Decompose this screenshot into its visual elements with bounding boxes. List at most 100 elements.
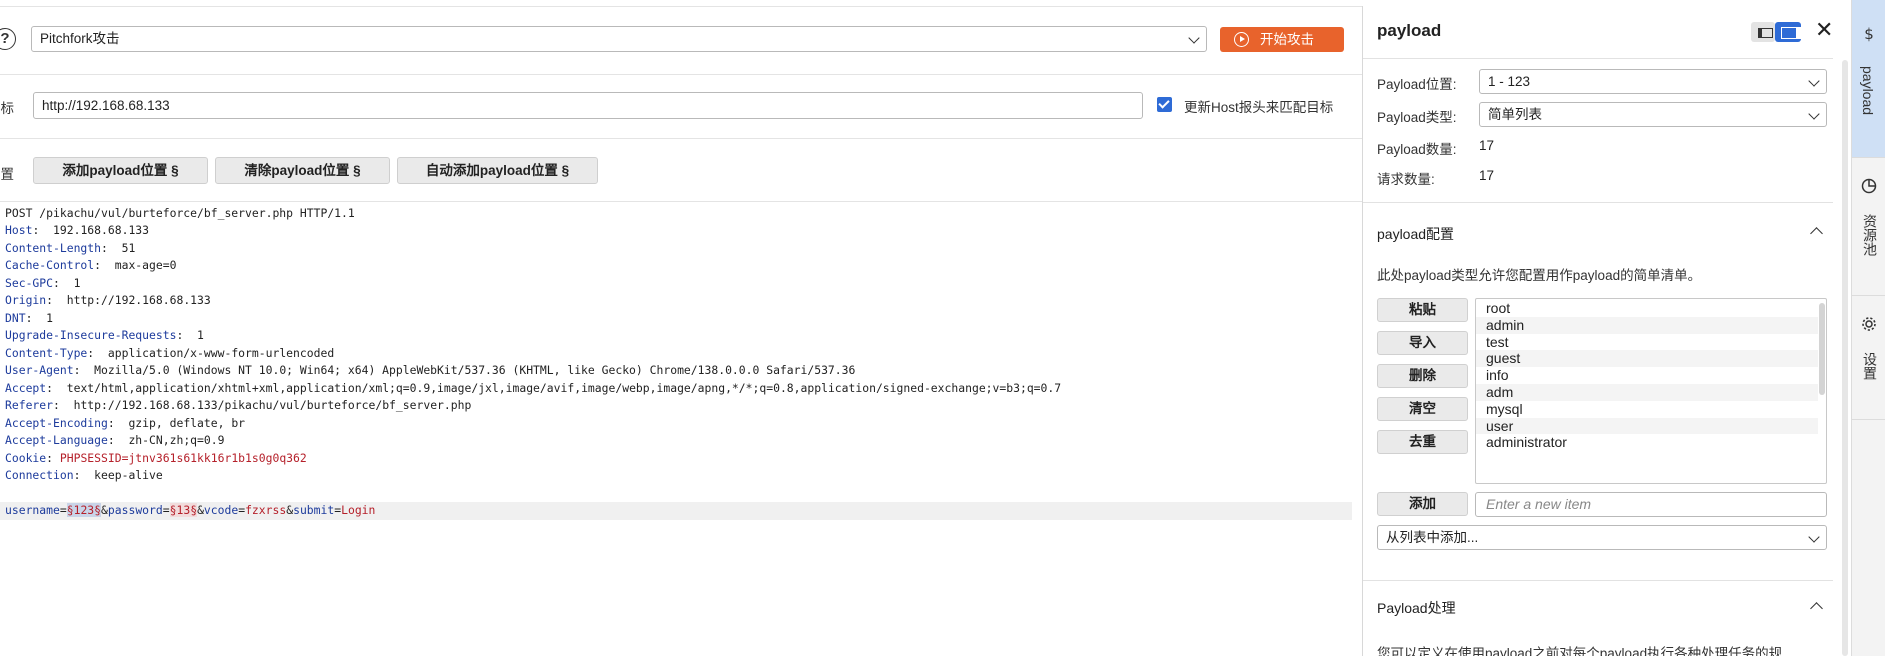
header-key: Referer <box>5 398 54 412</box>
payload-type-value: 简单列表 <box>1488 107 1542 122</box>
request-header-line: Accept-Encoding: gzip, deflate, br <box>5 415 246 430</box>
payload-marker[interactable]: §13§ <box>169 503 198 517</box>
header-key: Connection <box>5 468 74 482</box>
header-value: Mozilla/5.0 (Windows NT 10.0; Win64; x64… <box>87 363 856 377</box>
positions-label: 位置 <box>0 167 14 182</box>
dollar-icon: $ <box>1864 26 1874 42</box>
target-url-input[interactable]: http://192.168.68.133 <box>33 92 1143 119</box>
start-attack-label: 开始攻击 <box>1260 32 1314 47</box>
chevron-up-icon[interactable] <box>1810 227 1823 240</box>
chevron-down-icon <box>1808 108 1820 120</box>
new-item-input[interactable]: Enter a new item <box>1475 492 1827 517</box>
request-header-line: DNT: 1 <box>5 310 54 325</box>
header-value: http://192.168.68.133/pikachu/vul/burtef… <box>66 398 472 412</box>
header-value: 1 <box>66 275 81 290</box>
side-tab-payload[interactable]: $ payload <box>1852 0 1885 157</box>
clear-payload-position-button[interactable]: 清除payload位置 § <box>215 157 390 184</box>
payload-type-select[interactable]: 简单列表 <box>1479 102 1827 127</box>
header-key: Cookie <box>5 450 47 465</box>
import-button[interactable]: 导入 <box>1377 331 1468 355</box>
intruder-positions-area: ? Pitchfork攻击 开始攻击 目标 http://192.168.68.… <box>0 0 1362 656</box>
side-tab-settings[interactable]: 设置 <box>1852 296 1885 419</box>
header-value: http://192.168.68.133 <box>59 293 211 307</box>
list-item[interactable]: admin <box>1476 316 1818 334</box>
payload-processing-title[interactable]: Payload处理 <box>1377 598 1456 618</box>
side-tab-resource-pool-label: 资源池 <box>1862 214 1878 256</box>
panel-scrollbar[interactable] <box>1842 60 1848 656</box>
dedupe-button[interactable]: 去重 <box>1377 430 1468 454</box>
header-value: 1 <box>190 328 204 342</box>
request-header-line: Accept-Language: zh-CN,zh;q=0.9 <box>5 433 225 447</box>
payload-position-select[interactable]: 1 - 123 <box>1479 69 1827 94</box>
param-key: username <box>5 503 60 517</box>
side-tab-resource-pool[interactable]: 资源池 <box>1852 158 1885 295</box>
request-header-line: User-Agent: Mozilla/5.0 (Windows NT 10.0… <box>5 363 856 377</box>
header-key: Accept-Encoding <box>5 415 108 430</box>
help-icon[interactable]: ? <box>0 28 16 50</box>
list-item[interactable]: guest <box>1476 350 1818 368</box>
divider <box>0 201 1362 202</box>
add-from-list-value: 从列表中添加... <box>1386 530 1479 545</box>
header-key: Host <box>5 223 33 237</box>
play-icon <box>1234 32 1249 47</box>
clear-button[interactable]: 清空 <box>1377 397 1468 421</box>
add-payload-position-button[interactable]: 添加payload位置 § <box>33 157 208 184</box>
attack-toolbar: ? Pitchfork攻击 开始攻击 <box>0 26 1362 54</box>
close-icon[interactable]: ✕ <box>1815 17 1833 43</box>
header-key: Content-Type <box>5 345 88 360</box>
header-key: User-Agent <box>5 363 74 377</box>
paste-button[interactable]: 粘贴 <box>1377 298 1468 322</box>
attack-type-select[interactable]: Pitchfork攻击 <box>31 26 1207 52</box>
add-from-list-select[interactable]: 从列表中添加... <box>1377 525 1827 550</box>
pie-chart-icon <box>1861 178 1877 194</box>
list-item[interactable]: info <box>1476 367 1818 384</box>
payload-position-value: 1 - 123 <box>1488 74 1531 89</box>
divider <box>1363 58 1833 59</box>
chevron-up-icon[interactable] <box>1810 602 1823 615</box>
start-attack-button[interactable]: 开始攻击 <box>1220 27 1344 52</box>
payload-marker[interactable]: §123§ <box>66 503 102 517</box>
add-item-button[interactable]: 添加 <box>1377 492 1468 516</box>
layout-split-icon[interactable] <box>1775 22 1801 42</box>
panel-title: payload <box>1377 21 1442 40</box>
update-host-checkbox[interactable] <box>1157 97 1172 112</box>
request-header-line: Cache-Control: max-age=0 <box>5 258 177 272</box>
request-header-line: Content-Type: application/x-www-form-url… <box>5 345 335 360</box>
delete-button[interactable]: 删除 <box>1377 364 1468 388</box>
layout-single-icon[interactable] <box>1751 22 1775 42</box>
list-item[interactable]: root <box>1476 300 1818 317</box>
payload-processing-description: 您可以定义在使用payload之前对每个payload执行各种处理任务的规 <box>1377 646 1783 656</box>
request-header-line: Upgrade-Insecure-Requests: 1 <box>5 328 204 342</box>
chevron-down-icon <box>1808 531 1820 543</box>
payload-count-label: Payload数量: <box>1377 142 1457 157</box>
header-key: Content-Length <box>5 240 102 255</box>
side-tab-bar: $ payload 资源池 设置 <box>1851 0 1885 656</box>
header-key: DNT <box>5 310 26 325</box>
chevron-down-icon <box>1188 32 1200 44</box>
request-header-line: Host: 192.168.68.133 <box>5 223 150 237</box>
list-item[interactable]: test <box>1476 334 1818 351</box>
side-tab-payload-label: payload <box>1860 66 1876 116</box>
header-value: PHPSESSID=jtnv361s61kk16r1b1s0g0q362 <box>59 450 307 465</box>
header-value: gzip, deflate, br <box>121 415 246 430</box>
payload-config-title[interactable]: payload配置 <box>1377 224 1454 244</box>
update-host-label: 更新Host报头来匹配目标 <box>1184 100 1334 115</box>
request-editor[interactable]: POST /pikachu/vul/burteforce/bf_server.p… <box>0 203 1362 656</box>
auto-add-payload-position-button[interactable]: 自动添加payload位置 § <box>397 157 598 184</box>
request-count-label: 请求数量: <box>1377 172 1435 187</box>
param-key: password <box>107 503 163 517</box>
header-key: Accept <box>5 380 47 395</box>
top-divider <box>0 6 1362 7</box>
payload-list[interactable]: root admin test guest info adm mysql user admini… <box>1475 298 1827 484</box>
divider <box>1852 419 1885 420</box>
list-scrollbar[interactable] <box>1819 303 1825 395</box>
list-item[interactable]: administrator <box>1476 434 1818 451</box>
header-value: zh-CN,zh;q=0.9 <box>121 433 225 447</box>
list-item[interactable]: mysql <box>1476 401 1818 418</box>
list-item[interactable]: user <box>1476 417 1818 435</box>
request-header-line: Referer: http://192.168.68.133/pikachu/v… <box>5 398 472 412</box>
side-tab-settings-label: 设置 <box>1862 352 1878 380</box>
header-key: Upgrade-Insecure-Requests <box>5 328 177 342</box>
list-item[interactable]: adm <box>1476 384 1818 401</box>
header-key: Sec-GPC <box>5 275 54 290</box>
